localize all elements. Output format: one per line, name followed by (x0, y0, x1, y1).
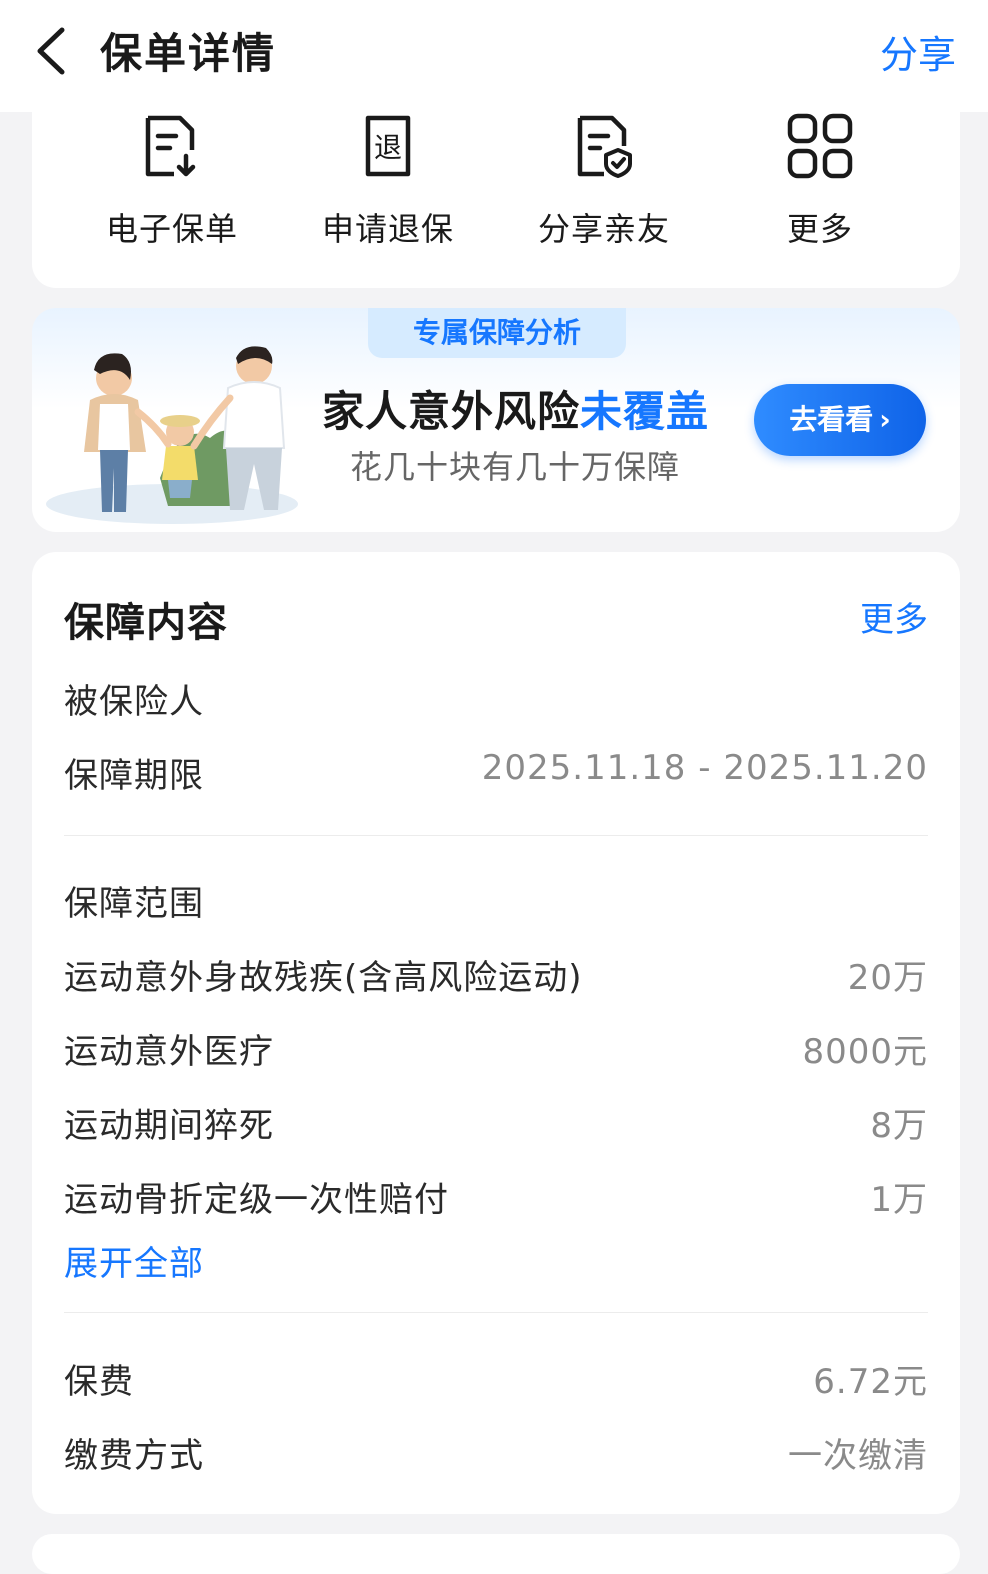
e-policy-button[interactable]: 电子保单 (64, 112, 280, 250)
banner-subtitle: 花几十块有几十万保障 (350, 448, 681, 486)
chevron-right-icon: › (879, 403, 891, 436)
svg-text:退: 退 (374, 131, 402, 164)
insured-label: 被保险人 (64, 682, 204, 722)
e-policy-label: 电子保单 (105, 210, 238, 248)
divider (64, 1312, 928, 1313)
premium-value: 6.72元 (813, 1362, 928, 1402)
coverage-card: 保障内容 更多 被保险人 保障期限 2025.11.18 - 2025.11.2… (32, 552, 960, 1514)
expand-all-link[interactable]: 展开全部 (64, 1236, 204, 1285)
payment-method-label: 缴费方式 (64, 1436, 204, 1476)
more-actions-label: 更多 (786, 210, 853, 248)
refund-button[interactable]: 退 申请退保 (280, 112, 496, 250)
coverage-item-name: 运动意外身故残疾(含高风险运动) (64, 958, 583, 998)
go-see-button[interactable]: 去看看 › (754, 384, 926, 456)
family-photo-illustration (46, 346, 298, 524)
more-actions-button[interactable]: 更多 (712, 112, 928, 250)
banner-title-highlight: 未覆盖 (580, 387, 710, 436)
banner-title-plain: 家人意外风险 (322, 387, 581, 436)
back-icon[interactable] (30, 24, 74, 78)
coverage-item-amount: 20万 (847, 958, 928, 998)
share-friends-label: 分享亲友 (537, 210, 670, 248)
grid-icon (787, 113, 853, 179)
payment-method-value: 一次缴清 (788, 1436, 928, 1476)
coverage-item-amount: 8000元 (802, 1032, 928, 1072)
coverage-more-link[interactable]: 更多 (860, 592, 928, 641)
divider (64, 835, 928, 836)
coverage-item-amount: 8万 (870, 1106, 928, 1146)
coverage-item-name: 运动意外医疗 (64, 1032, 274, 1072)
coverage-item-amount: 1万 (870, 1180, 928, 1220)
next-card-edge (32, 1534, 960, 1574)
premium-label: 保费 (64, 1362, 134, 1402)
period-value: 2025.11.18 - 2025.11.20 (481, 748, 928, 788)
share-button[interactable]: 分享 (880, 24, 956, 79)
e-policy-doc-icon (145, 115, 196, 177)
coverage-item-name: 运动骨折定级一次性赔付 (64, 1180, 449, 1220)
period-label: 保障期限 (64, 756, 204, 796)
page-title: 保单详情 (100, 29, 277, 78)
top-nav-bar: 保单详情 分享 (0, 0, 988, 112)
promo-banner[interactable]: 专属保障分析 家人意外风险未覆盖 花几十块有几十万保障 去看看 › (32, 308, 960, 532)
coverage-item-name: 运动期间猝死 (64, 1106, 274, 1146)
share-friends-button[interactable]: 分享亲友 (496, 112, 712, 250)
shield-doc-icon (577, 115, 632, 178)
refund-label: 申请退保 (321, 210, 454, 248)
banner-title: 家人意外风险未覆盖 (322, 378, 709, 439)
scope-label: 保障范围 (64, 884, 204, 924)
banner-tag: 专属保障分析 (368, 308, 626, 358)
coverage-title: 保障内容 (64, 600, 228, 646)
refund-doc-icon: 退 (365, 115, 411, 177)
go-see-label: 去看看 (789, 403, 874, 436)
